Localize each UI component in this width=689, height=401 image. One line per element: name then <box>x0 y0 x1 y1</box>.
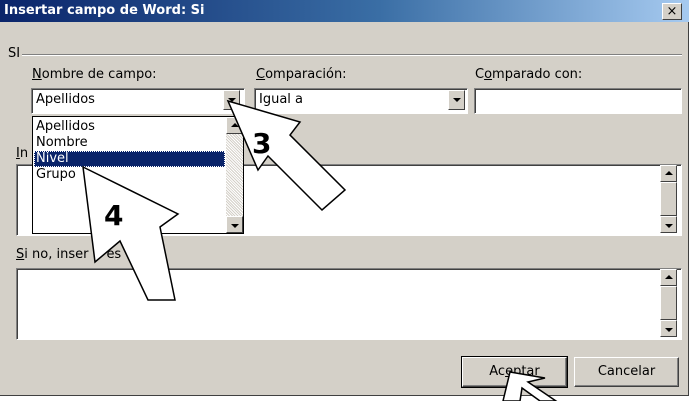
arrow-down-icon <box>665 328 673 332</box>
else-text-area[interactable] <box>16 268 682 340</box>
field-name-dropdown-list[interactable]: Apellidos Nombre Nivel Grupo <box>32 116 244 234</box>
scroll-down-button[interactable] <box>226 216 243 233</box>
arrow-down-icon <box>231 224 239 228</box>
list-item-nivel[interactable]: Nivel <box>34 151 225 167</box>
list-item-nombre[interactable]: Nombre <box>34 135 225 151</box>
comparison-combobox[interactable]: Igual a <box>254 88 468 114</box>
field-name-dropdown-button[interactable] <box>223 90 240 110</box>
compare-to-input[interactable] <box>474 88 682 114</box>
arrow-up-icon <box>665 275 673 279</box>
group-divider <box>22 54 682 56</box>
chevron-down-icon <box>453 98 461 102</box>
list-item-grupo[interactable]: Grupo <box>34 167 225 183</box>
comparison-label: Comparación: <box>256 67 347 82</box>
dialog-title: Insertar campo de Word: Si <box>4 3 205 18</box>
arrow-up-icon <box>665 171 673 175</box>
insert-word-field-dialog: Insertar campo de Word: Si × SI Nombre d… <box>0 0 689 396</box>
arrow-up-icon <box>231 123 239 127</box>
scroll-thumb[interactable] <box>660 182 677 216</box>
close-icon: × <box>666 4 678 19</box>
scroll-up-button[interactable] <box>660 165 677 182</box>
comparison-dropdown-button[interactable] <box>448 90 465 110</box>
compare-to-label: Comparado con: <box>475 67 583 82</box>
field-name-label: Nombre de campo: <box>32 67 157 82</box>
insert-text-label: In <box>16 146 29 161</box>
scroll-down-button[interactable] <box>660 320 677 337</box>
else-text-scrollbar[interactable] <box>660 269 677 337</box>
cancel-button[interactable]: Cancelar <box>574 357 679 387</box>
comparison-value: Igual a <box>259 92 304 107</box>
accept-button[interactable]: Aceptar <box>461 356 568 388</box>
else-text-label: Si no, inser es tro: <box>16 247 156 262</box>
scroll-up-button[interactable] <box>660 269 677 286</box>
chevron-down-icon <box>228 98 236 102</box>
group-label: SI <box>8 46 21 61</box>
close-button[interactable]: × <box>662 3 682 20</box>
scroll-up-button[interactable] <box>226 117 243 134</box>
insert-text-scrollbar[interactable] <box>660 165 677 233</box>
field-name-value: Apellidos <box>36 92 95 107</box>
list-item-apellidos[interactable]: Apellidos <box>34 119 225 135</box>
scroll-down-button[interactable] <box>660 216 677 233</box>
dropdown-scrollbar[interactable] <box>226 117 243 233</box>
field-name-combobox[interactable]: Apellidos <box>31 88 245 114</box>
scroll-thumb[interactable] <box>660 286 677 320</box>
title-bar: Insertar campo de Word: Si × <box>0 0 689 22</box>
arrow-down-icon <box>665 224 673 228</box>
